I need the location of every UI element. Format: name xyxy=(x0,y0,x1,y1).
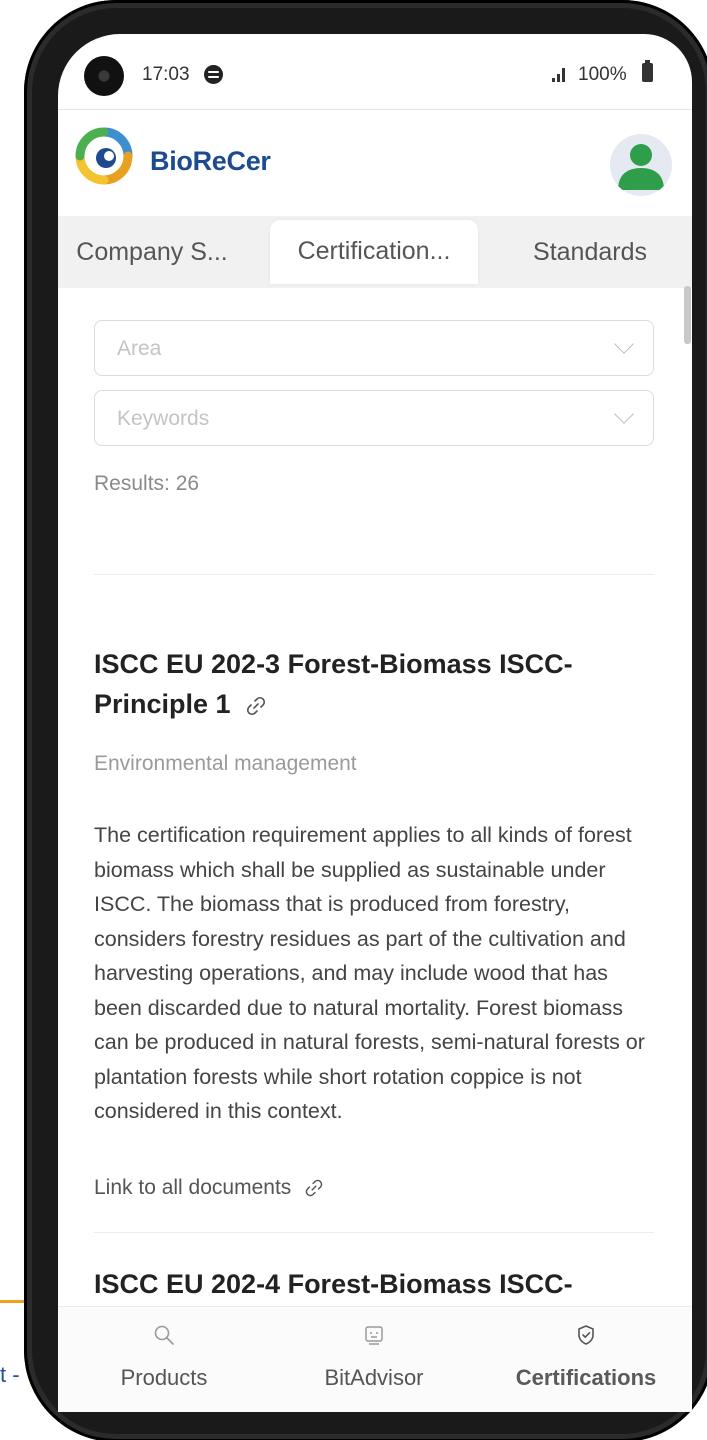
bottom-navigation: Products BitAdvisor Certifications xyxy=(58,1306,692,1412)
tab-certification[interactable]: Certification... xyxy=(270,220,478,284)
signal-icon xyxy=(552,68,570,82)
user-avatar[interactable] xyxy=(610,134,672,196)
nav-products[interactable]: Products xyxy=(64,1307,264,1412)
app-header: BioReCer xyxy=(58,110,692,216)
documents-link-label: Link to all documents xyxy=(94,1176,292,1199)
brand-name: BioReCer xyxy=(150,146,271,176)
keywords-select[interactable]: Keywords xyxy=(94,390,654,446)
search-icon xyxy=(154,1325,174,1345)
status-bar: 17:03 100% xyxy=(58,34,692,110)
tab-company[interactable]: Company S... xyxy=(58,216,246,288)
battery-percent: 100% xyxy=(578,64,627,85)
background-partial-text: t - xyxy=(0,1362,20,1387)
certification-title-line1: ISCC EU 202-4 Forest-Biomass ISCC- xyxy=(94,1269,573,1299)
area-placeholder: Area xyxy=(117,337,162,360)
user-icon xyxy=(618,144,664,190)
tab-bar: Company S... Certification... Standards xyxy=(58,216,692,288)
documents-link[interactable]: Link to all documents xyxy=(94,1176,325,1200)
area-select[interactable]: Area xyxy=(94,320,654,376)
certification-area: Environmental management xyxy=(94,752,357,775)
tab-standards[interactable]: Standards xyxy=(498,216,682,288)
chevron-down-icon xyxy=(614,334,634,354)
nav-products-label: Products xyxy=(120,1365,208,1390)
scrollbar-thumb[interactable] xyxy=(684,286,691,344)
certification-description: The certification requirement applies to… xyxy=(94,823,645,1123)
divider xyxy=(94,1232,654,1233)
camera-icon xyxy=(84,56,124,96)
nav-bitadvisor-label: BitAdvisor xyxy=(324,1365,424,1390)
spotify-icon xyxy=(204,65,223,84)
certification-title[interactable]: ISCC EU 202-4 Forest-Biomass ISCC- xyxy=(94,1264,654,1304)
certification-title-line1: ISCC EU 202-3 Forest-Biomass ISCC- xyxy=(94,649,573,679)
divider xyxy=(94,574,654,575)
robot-icon xyxy=(365,1326,383,1345)
link-icon xyxy=(305,1180,323,1197)
certification-title[interactable]: ISCC EU 202-3 Forest-Biomass ISCC- Princ… xyxy=(94,644,654,724)
link-icon[interactable] xyxy=(244,694,268,718)
nav-certifications-label: Certifications xyxy=(515,1365,657,1390)
chevron-down-icon xyxy=(614,404,634,424)
status-time: 17:03 xyxy=(142,64,190,85)
shield-check-icon xyxy=(578,1325,594,1345)
nav-certifications[interactable]: Certifications xyxy=(486,1307,686,1412)
keywords-placeholder: Keywords xyxy=(117,407,210,430)
bioRecer-logo-icon[interactable] xyxy=(74,126,134,186)
app-screen: 17:03 100% BioReCer Company S... Certifi… xyxy=(58,34,692,1412)
battery-icon xyxy=(642,60,653,82)
certification-title-line2: Principle 1 xyxy=(94,689,231,719)
results-count: Results: 26 xyxy=(94,472,200,495)
nav-bitadvisor[interactable]: BitAdvisor xyxy=(274,1307,474,1412)
